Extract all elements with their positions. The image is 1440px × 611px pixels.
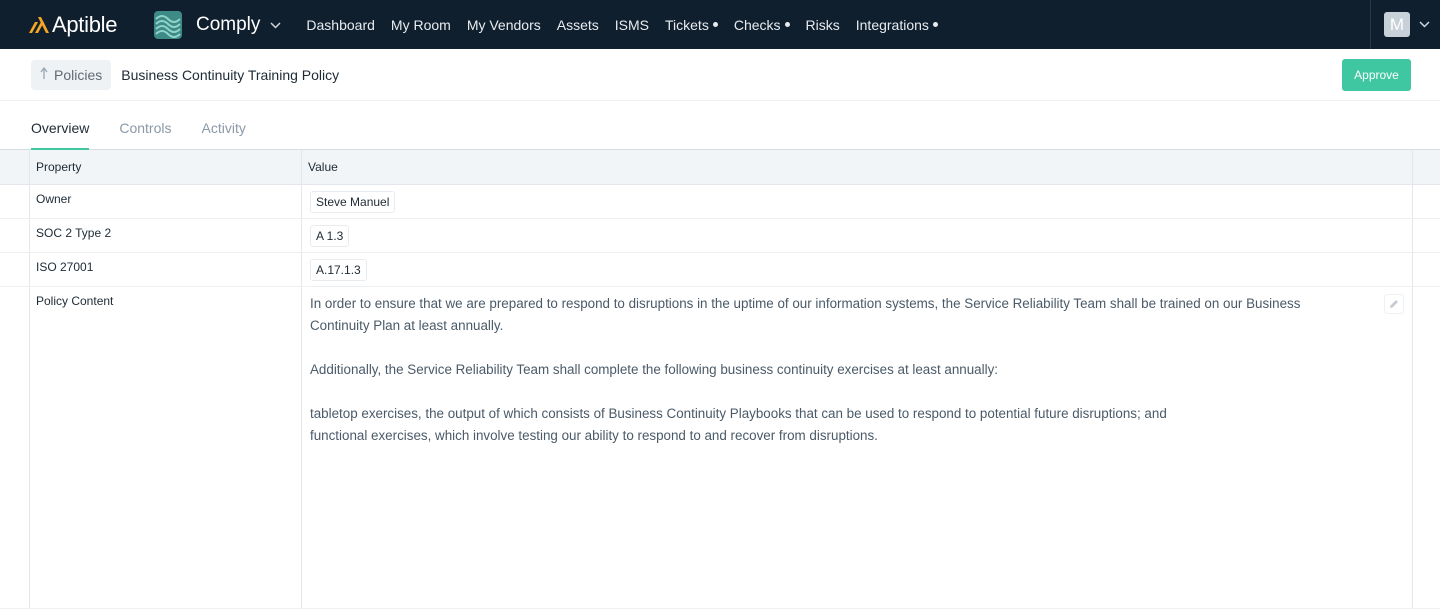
grid-filler bbox=[1413, 185, 1440, 218]
column-header-value[interactable]: Value bbox=[302, 150, 1413, 184]
grid-filler bbox=[1413, 219, 1440, 252]
notification-dot-icon bbox=[784, 22, 790, 27]
grid-filler bbox=[1413, 150, 1440, 184]
chevron-down-icon[interactable] bbox=[1419, 19, 1430, 31]
nav-link-label: Dashboard bbox=[306, 16, 375, 33]
brand[interactable]: Aptible bbox=[0, 12, 145, 38]
table-row: SOC 2 Type 2 A 1.3 bbox=[0, 219, 1440, 253]
property-cell: Policy Content bbox=[30, 287, 302, 608]
product-switcher[interactable]: Comply bbox=[154, 10, 281, 39]
row-gutter bbox=[0, 150, 30, 184]
back-to-policies-button[interactable]: Policies bbox=[31, 59, 112, 90]
row-gutter bbox=[0, 287, 30, 608]
avatar[interactable]: M bbox=[1384, 12, 1410, 37]
pencil-icon[interactable] bbox=[1384, 294, 1404, 314]
value-chip[interactable]: A 1.3 bbox=[310, 224, 350, 247]
back-label: Policies bbox=[54, 66, 103, 83]
list-item: tabletop exercises, the output of which … bbox=[310, 406, 1167, 421]
list-item: functional exercises, which involve test… bbox=[310, 428, 878, 443]
brand-name: Aptible bbox=[52, 11, 118, 37]
table-row: Owner Steve Manuel bbox=[0, 185, 1440, 219]
tab-activity[interactable]: Activity bbox=[202, 101, 246, 149]
notification-dot-icon bbox=[932, 22, 938, 27]
property-cell: ISO 27001 bbox=[30, 253, 302, 286]
comply-logo-icon bbox=[154, 10, 182, 39]
nav-link-label: Checks bbox=[733, 16, 781, 33]
aptible-logo-icon bbox=[29, 16, 49, 33]
policy-paragraph: Additionally, the Service Reliability Te… bbox=[310, 362, 998, 377]
value-chip[interactable]: Steve Manuel bbox=[310, 190, 396, 213]
nav-link-assets[interactable]: Assets bbox=[557, 17, 599, 33]
properties-grid: Property Value Owner Steve Manuel SOC 2 Ty… bbox=[0, 150, 1440, 609]
value-chip[interactable]: A.17.1.3 bbox=[310, 258, 367, 281]
value-cell[interactable]: Steve Manuel bbox=[302, 185, 1413, 218]
nav-link-label: My Room bbox=[390, 16, 451, 33]
row-gutter bbox=[0, 219, 30, 252]
nav-link-label: Risks bbox=[805, 16, 840, 33]
nav-link-label: ISMS bbox=[614, 16, 649, 33]
nav-link-integrations[interactable]: Integrations bbox=[856, 17, 938, 33]
column-header-property[interactable]: Property bbox=[30, 150, 302, 184]
row-gutter bbox=[0, 253, 30, 286]
property-cell: SOC 2 Type 2 bbox=[30, 219, 302, 252]
nav-link-risks[interactable]: Risks bbox=[806, 17, 840, 33]
table-row: ISO 27001 A.17.1.3 bbox=[0, 253, 1440, 287]
nav-link-checks[interactable]: Checks bbox=[734, 17, 790, 33]
top-navigation: Aptible Comply Dashboard My Room My Vendor… bbox=[0, 0, 1440, 49]
grid-filler bbox=[1413, 253, 1440, 286]
page-header: Policies Business Continuity Training Po… bbox=[0, 49, 1440, 101]
notification-dot-icon bbox=[712, 22, 718, 27]
nav-link-label: My Vendors bbox=[466, 16, 541, 33]
tab-controls[interactable]: Controls bbox=[119, 101, 171, 149]
grid-header: Property Value bbox=[0, 150, 1440, 185]
policy-content-cell[interactable]: In order to ensure that we are prepared … bbox=[302, 287, 1413, 608]
table-row-policy-content: Policy Content In order to ensure that w… bbox=[0, 287, 1440, 609]
policy-paragraph: In order to ensure that we are prepared … bbox=[310, 296, 1301, 333]
tab-bar: Overview Controls Activity bbox=[0, 101, 1440, 150]
row-gutter bbox=[0, 185, 30, 218]
nav-link-my-room[interactable]: My Room bbox=[391, 17, 451, 33]
nav-link-dashboard[interactable]: Dashboard bbox=[306, 17, 375, 33]
product-name: Comply bbox=[196, 13, 261, 35]
page-title: Business Continuity Training Policy bbox=[121, 66, 340, 83]
property-cell: Owner bbox=[30, 185, 302, 218]
nav-link-tickets[interactable]: Tickets bbox=[665, 17, 718, 33]
nav-link-label: Integrations bbox=[855, 16, 929, 33]
nav-links: Dashboard My Room My Vendors Assets ISMS Tick… bbox=[306, 17, 954, 33]
back-arrow-icon bbox=[40, 66, 48, 83]
policy-list: tabletop exercises, the output of which … bbox=[310, 403, 1362, 447]
nav-link-isms[interactable]: ISMS bbox=[615, 17, 649, 33]
chevron-down-icon bbox=[270, 20, 281, 32]
user-menu[interactable]: M bbox=[1370, 0, 1440, 49]
grid-filler bbox=[1413, 287, 1440, 608]
approve-button[interactable]: Approve bbox=[1342, 59, 1411, 91]
nav-link-my-vendors[interactable]: My Vendors bbox=[467, 17, 541, 33]
nav-link-label: Tickets bbox=[665, 16, 709, 33]
tab-overview[interactable]: Overview bbox=[31, 101, 90, 150]
nav-link-label: Assets bbox=[556, 16, 599, 33]
value-cell[interactable]: A.17.1.3 bbox=[302, 253, 1413, 286]
value-cell[interactable]: A 1.3 bbox=[302, 219, 1413, 252]
